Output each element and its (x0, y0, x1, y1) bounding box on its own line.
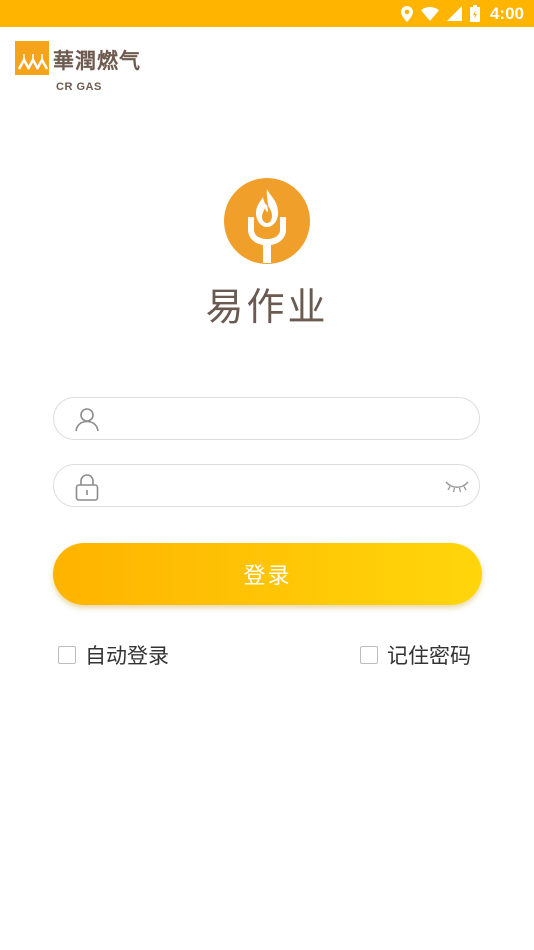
location-icon (400, 5, 413, 22)
remember-password-label[interactable]: 记住密码 (387, 640, 471, 670)
app-name: 易作业 (205, 285, 329, 329)
status-time: 4:00 (489, 3, 524, 23)
cell-signal-icon (446, 6, 462, 21)
username-input[interactable] (112, 398, 436, 441)
brand-name-cn: 華潤燃气 (53, 48, 141, 73)
brand-logo: 華潤燃气 CR GAS (15, 41, 155, 99)
cr-gas-logo-mark (15, 41, 49, 75)
status-bar: 4:00 (0, 0, 534, 27)
brand-name-en: CR GAS (56, 81, 102, 93)
user-icon (74, 406, 100, 432)
battery-icon (469, 5, 480, 22)
remember-password-option[interactable]: 记住密码 (360, 640, 471, 670)
auto-login-checkbox[interactable] (58, 646, 76, 664)
lock-icon (74, 473, 100, 501)
app-logo-icon (223, 177, 311, 265)
auto-login-option[interactable]: 自动登录 (58, 640, 169, 670)
password-input[interactable] (112, 465, 436, 508)
auto-login-label[interactable]: 自动登录 (85, 640, 169, 670)
eye-closed-icon[interactable] (444, 478, 470, 494)
password-field[interactable] (53, 464, 480, 508)
remember-password-checkbox[interactable] (360, 646, 378, 664)
wifi-icon (420, 6, 439, 21)
username-field[interactable] (53, 397, 480, 441)
login-button[interactable]: 登录 (53, 543, 482, 605)
